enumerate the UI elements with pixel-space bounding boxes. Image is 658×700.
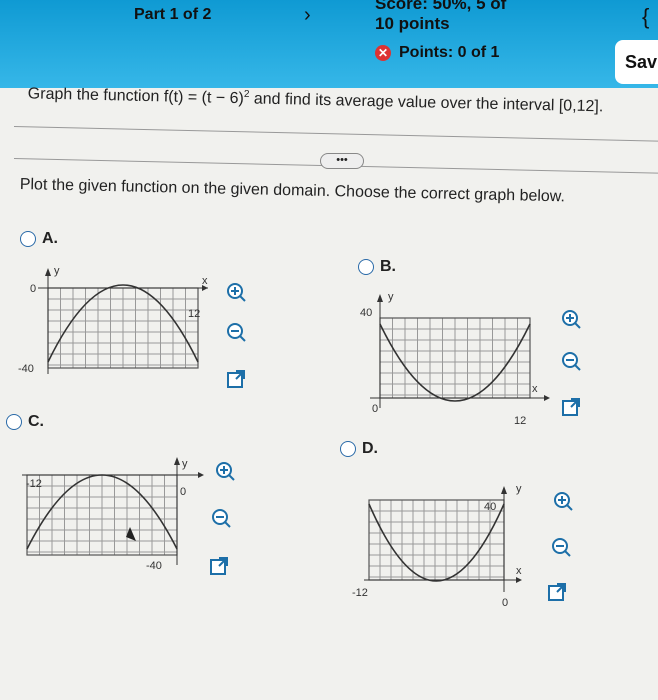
part-indicator: Part 1 of 2 [134,6,212,23]
radio-c[interactable] [6,414,22,430]
svg-text:-40: -40 [18,363,34,375]
open-new-window-icon[interactable] [208,555,230,577]
svg-text:40: 40 [484,501,496,513]
svg-text:y: y [388,291,394,303]
points-of-text: Points: 0 of 1 [399,44,500,61]
divider [13,126,658,142]
svg-text:-40: -40 [146,560,162,572]
open-new-window-icon[interactable] [546,581,568,603]
save-button[interactable]: Sav [615,40,658,84]
question-text: Graph the function f(t) = (t − 6)2 and f… [27,85,604,116]
radio-d[interactable] [340,441,356,457]
option-d[interactable]: D. [340,440,378,458]
points-status: ✕ Points: 0 of 1 [375,44,499,62]
option-b[interactable]: B. [358,258,396,276]
graph-d: -12 40 0 y x [352,483,522,609]
radio-a[interactable] [20,231,36,247]
svg-text:-12: -12 [26,478,42,490]
open-new-window-icon[interactable] [560,396,582,418]
svg-text:-12: -12 [352,587,368,599]
zoom-out-icon[interactable] [225,321,247,343]
more-button[interactable]: ••• [320,153,364,169]
zoom-out-icon[interactable] [560,350,582,372]
zoom-in-icon[interactable] [552,490,574,512]
zoom-in-icon[interactable] [225,281,247,303]
option-c[interactable]: C. [6,413,44,431]
svg-text:0: 0 [502,597,508,609]
zoom-out-icon[interactable] [550,536,572,558]
svg-text:40: 40 [360,307,372,319]
incorrect-icon: ✕ [375,45,391,61]
hw-score: Score: 50%, 5 of [375,0,507,13]
svg-text:12: 12 [514,415,526,427]
svg-text:y: y [516,483,522,495]
svg-text:x: x [532,383,538,395]
graph-a: 0 -40 12 y x [18,265,208,375]
zoom-in-icon[interactable] [214,460,236,482]
instruction-text: Plot the given function on the given dom… [19,176,566,206]
top-bar: Part 1 of 2 › Score: 50%, 5 of 10 points… [0,0,658,88]
svg-text:0: 0 [372,403,378,415]
zoom-in-icon[interactable] [560,308,582,330]
option-a[interactable]: A. [20,230,58,248]
settings-icon[interactable]: { [642,4,649,30]
radio-b[interactable] [358,259,374,275]
svg-text:12: 12 [188,308,200,320]
graph-c: -12 0 -40 y [22,457,204,572]
svg-text:y: y [182,458,188,470]
svg-text:0: 0 [180,486,186,498]
svg-text:y: y [54,265,60,277]
svg-text:x: x [516,565,522,577]
total-points: 10 points [375,14,450,33]
zoom-out-icon[interactable] [210,507,232,529]
svg-text:0: 0 [30,283,36,295]
svg-text:x: x [202,275,208,287]
next-part-chevron-icon[interactable]: › [304,4,311,27]
open-new-window-icon[interactable] [225,368,247,390]
graph-b: 40 0 12 y x [360,291,550,427]
